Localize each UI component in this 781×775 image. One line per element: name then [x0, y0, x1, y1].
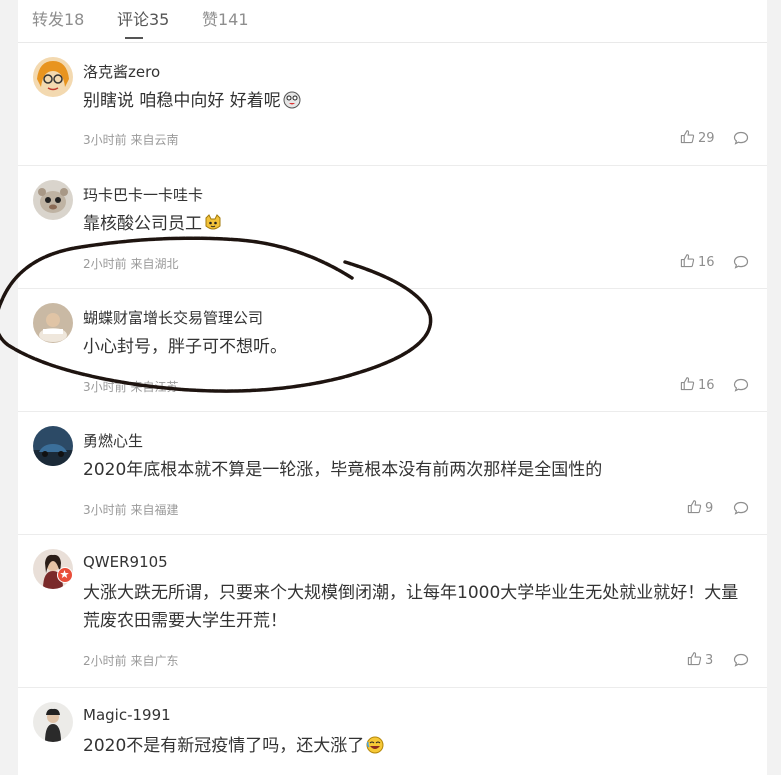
comment-meta: 2小时前 来自湖北 — [83, 257, 179, 271]
reply-button[interactable] — [733, 652, 749, 668]
avatar[interactable] — [33, 426, 73, 466]
comment-text: 小心封号，胖子可不想听。 — [83, 337, 287, 357]
comment-item: Magic-1991 2020不是有新冠疫情了吗，还大涨了 — [18, 688, 767, 775]
comment-item: 勇燃心生 2020年底根本就不算是一轮涨，毕竟根本没有前两次那样是全国性的 3小… — [18, 412, 767, 535]
like-count: 29 — [698, 131, 715, 146]
tab-comments[interactable]: 评论35 — [117, 6, 169, 30]
comment-meta: 2小时前 来自广东 — [83, 654, 179, 668]
comment-bubble-icon — [733, 255, 749, 269]
tab-likes[interactable]: 赞141 — [202, 6, 249, 30]
comment-username[interactable]: QWER9105 — [83, 553, 168, 571]
comment-bubble-icon — [733, 653, 749, 667]
like-count: 16 — [698, 378, 715, 393]
comment-username[interactable]: 蝴蝶财富增长交易管理公司 — [83, 307, 263, 328]
comment-text: 别瞎说 咱稳中向好 好着呢 — [83, 87, 753, 115]
comment-meta: 3小时前 来自江苏 — [83, 380, 179, 394]
tab-reposts[interactable]: 转发18 — [32, 6, 84, 30]
comment-username[interactable]: 玛卡巴卡一卡哇卡 — [83, 184, 203, 205]
vip-badge-icon — [57, 567, 73, 583]
emoji-icon — [283, 91, 301, 109]
comment-bubble-icon — [733, 131, 749, 145]
avatar[interactable] — [33, 57, 73, 97]
tab-bar: 转发18 评论35 赞141 — [18, 0, 767, 43]
thumb-up-icon — [687, 652, 702, 666]
avatar[interactable] — [33, 303, 73, 343]
comment-text: 2020不是有新冠疫情了吗，还大涨了 — [83, 732, 753, 760]
reply-button[interactable] — [733, 130, 749, 146]
emoji-icon — [204, 214, 222, 232]
comment-username[interactable]: 勇燃心生 — [83, 430, 143, 451]
thumb-up-icon — [680, 377, 695, 391]
comment-meta: 3小时前 来自福建 — [83, 503, 179, 517]
avatar[interactable] — [33, 702, 73, 742]
comment-bubble-icon — [733, 378, 749, 392]
like-button[interactable]: 9 — [687, 499, 713, 516]
like-button[interactable]: 16 — [680, 253, 715, 270]
comment-username[interactable]: 洛克酱zero — [83, 61, 160, 82]
like-button[interactable]: 29 — [680, 129, 715, 146]
reply-button[interactable] — [733, 500, 749, 516]
comment-item: 蝴蝶财富增长交易管理公司 小心封号，胖子可不想听。 3小时前 来自江苏 16 — [18, 289, 767, 412]
thumb-up-icon — [687, 500, 702, 514]
like-count: 3 — [705, 653, 714, 668]
comment-text: 大涨大跌无所谓，只要来个大规模倒闭潮，让每年1000大学毕业生无处就业就好！大量… — [83, 583, 739, 631]
emoji-icon — [366, 736, 384, 754]
thumb-up-icon — [680, 254, 695, 268]
comments-panel: 转发18 评论35 赞141 洛克酱zero 别瞎说 咱稳中向好 好着呢 3小时… — [18, 0, 767, 775]
comment-text: 靠核酸公司员工 — [83, 210, 753, 238]
thumb-up-icon — [680, 130, 695, 144]
like-button[interactable]: 3 — [687, 651, 713, 668]
reply-button[interactable] — [733, 254, 749, 270]
like-count: 9 — [705, 501, 714, 516]
comment-meta: 3小时前 来自云南 — [83, 133, 179, 147]
avatar[interactable] — [33, 180, 73, 220]
reply-button[interactable] — [733, 377, 749, 393]
like-count: 16 — [698, 255, 715, 270]
comment-item: 玛卡巴卡一卡哇卡 靠核酸公司员工 2小时前 来自湖北 16 — [18, 166, 767, 289]
comment-bubble-icon — [733, 501, 749, 515]
like-button[interactable]: 16 — [680, 376, 715, 393]
comment-text: 2020年底根本就不算是一轮涨，毕竟根本没有前两次那样是全国性的 — [83, 460, 603, 480]
comment-item: QWER9105 大涨大跌无所谓，只要来个大规模倒闭潮，让每年1000大学毕业生… — [18, 535, 767, 688]
active-tab-indicator — [125, 37, 143, 39]
comment-username[interactable]: Magic-1991 — [83, 706, 171, 724]
comment-item: 洛克酱zero 别瞎说 咱稳中向好 好着呢 3小时前 来自云南 29 — [18, 43, 767, 166]
